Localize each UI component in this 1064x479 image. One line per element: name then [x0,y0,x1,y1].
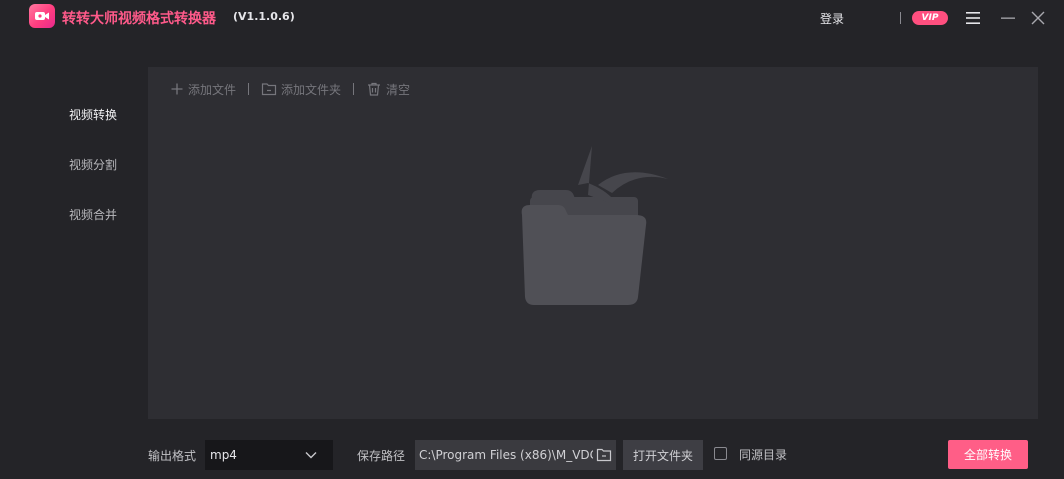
title-bar: 转转大师视频格式转换器 (V1.1.0.6) 登录 VIP [0,0,1064,36]
save-path-label: 保存路径 [357,449,406,463]
clear-label: 清空 [386,82,411,97]
minimize-icon [1001,17,1015,19]
clear-button[interactable]: 清空 [366,81,410,98]
close-icon [1031,11,1045,25]
app-version: (V1.1.0.6) [233,10,295,23]
app-title: 转转大师视频格式转换器 [62,11,216,27]
menu-button[interactable] [963,8,983,28]
add-file-button[interactable]: 添加文件 [170,81,236,98]
output-format-value: mp4 [210,448,237,462]
add-folder-label: 添加文件夹 [281,82,342,97]
minimize-button[interactable] [998,8,1018,28]
save-path-input[interactable] [419,448,593,462]
sidebar-item-video-split[interactable]: 视频分割 [69,156,117,173]
vip-badge[interactable]: VIP [912,11,948,25]
login-link[interactable]: 登录 [820,10,844,27]
file-toolbar: 添加文件 添加文件夹 清空 [170,80,410,98]
save-path-field [415,440,616,470]
folder-icon [261,83,277,96]
titlebar-divider [900,12,901,24]
plus-icon [171,83,183,95]
hamburger-menu-icon [966,12,980,24]
toolbar-divider [353,83,355,95]
toolbar-divider [248,83,250,95]
same-dir-label: 同源目录 [739,448,788,462]
video-camera-icon [35,12,49,20]
sidebar-item-video-merge[interactable]: 视频合并 [69,206,117,223]
output-format-select[interactable]: mp4 [205,440,333,470]
add-file-label: 添加文件 [188,82,237,97]
chevron-down-icon [305,452,317,459]
sidebar-item-video-convert[interactable]: 视频转换 [69,106,117,123]
trash-icon [368,82,381,96]
output-format-label: 输出格式 [148,449,197,463]
open-folder-button[interactable]: 打开文件夹 [623,440,703,470]
close-button[interactable] [1028,8,1048,28]
add-folder-button[interactable]: 添加文件夹 [261,81,341,98]
app-logo [29,4,55,28]
folder-browse-icon[interactable] [596,447,612,463]
convert-all-button[interactable]: 全部转换 [948,440,1028,469]
folder-import-icon [521,146,668,305]
same-dir-checkbox[interactable] [714,447,727,460]
